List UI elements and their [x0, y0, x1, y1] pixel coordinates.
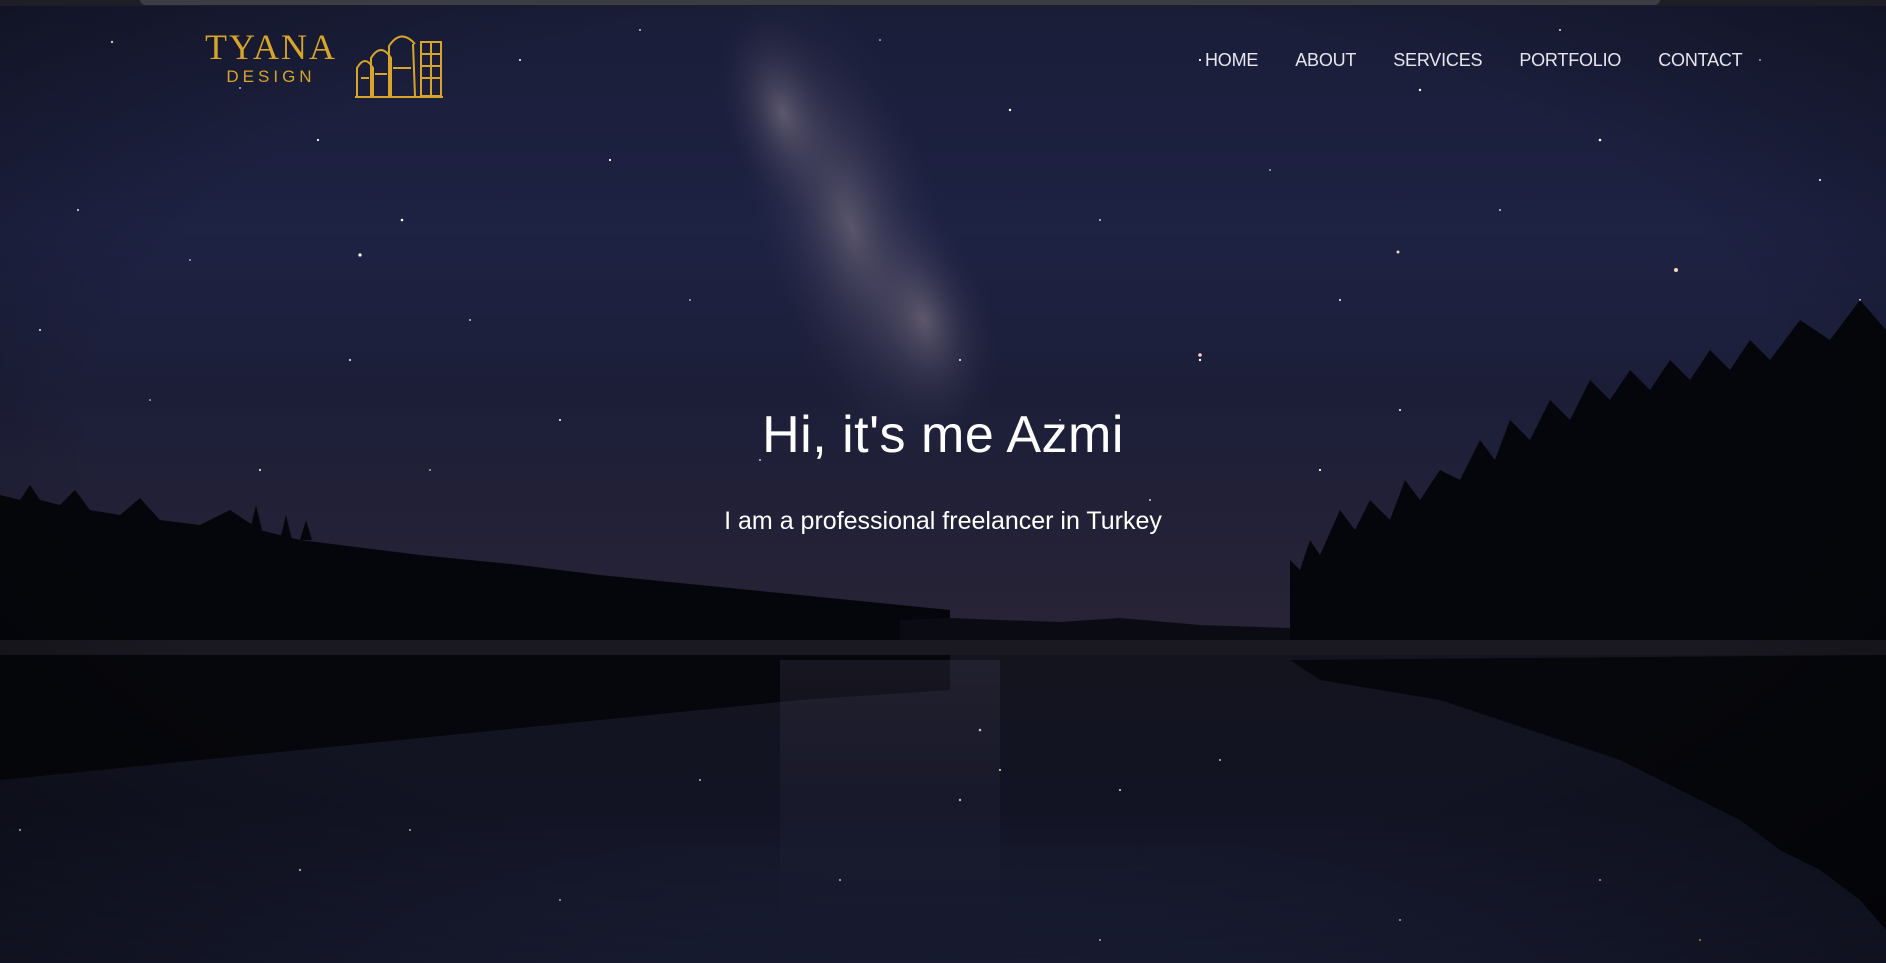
nav-link-about[interactable]: ABOUT	[1295, 50, 1356, 71]
logo-title: TYANA	[205, 27, 337, 67]
hero-subtitle: I am a professional freelancer in Turkey	[724, 507, 1162, 535]
top-navbar: TYANA DESIGN HOME ABOUT SERVICES PORTFOL…	[0, 6, 1886, 106]
main-nav: HOME ABOUT SERVICES PORTFOLIO CONTACT	[1205, 50, 1743, 71]
logo-text: TYANA DESIGN	[205, 28, 337, 86]
nav-link-contact[interactable]: CONTACT	[1658, 50, 1742, 71]
arches-icon	[355, 35, 443, 98]
hero-title: Hi, it's me Azmi	[762, 406, 1124, 464]
browser-address-edge	[140, 0, 1660, 5]
logo[interactable]: TYANA DESIGN	[205, 28, 445, 100]
logo-subtitle: DESIGN	[226, 67, 316, 86]
hero-content: Hi, it's me Azmi I am a professional fre…	[0, 400, 1886, 538]
nav-link-portfolio[interactable]: PORTFOLIO	[1519, 50, 1621, 71]
browser-top-strip	[0, 0, 1886, 6]
nav-link-services[interactable]: SERVICES	[1393, 50, 1482, 71]
nav-link-home[interactable]: HOME	[1205, 50, 1258, 71]
page: TYANA DESIGN HOME ABOUT SERVICES PORTFOL…	[0, 0, 1886, 963]
